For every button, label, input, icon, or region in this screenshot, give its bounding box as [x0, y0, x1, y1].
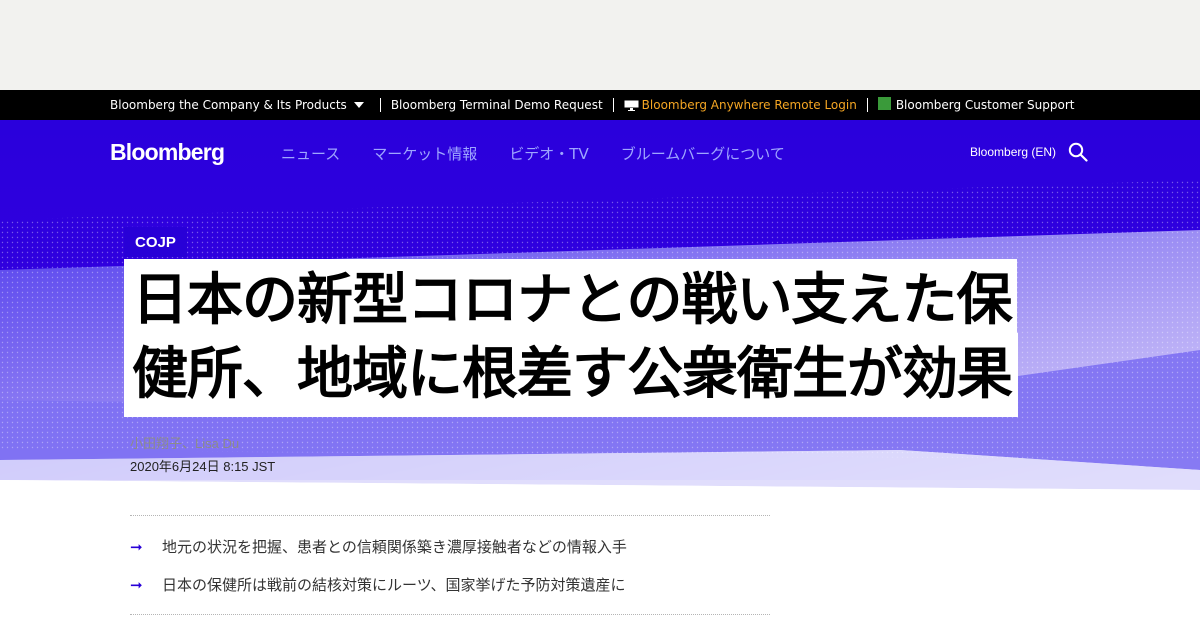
arrow-right-icon: ➞	[130, 538, 143, 556]
corporate-top-bar: Bloomberg the Company & Its Products Blo…	[0, 90, 1200, 120]
search-icon[interactable]	[1068, 142, 1088, 167]
article-kicker[interactable]: COJP	[124, 227, 187, 257]
terminal-demo-link[interactable]: Bloomberg Terminal Demo Request	[391, 98, 603, 112]
nav-item-video-tv[interactable]: ビデオ・TV	[509, 143, 588, 164]
anywhere-login-label: Bloomberg Anywhere Remote Login	[641, 98, 857, 112]
headline-line-1: 日本の新型コロナとの戦い支えた保	[124, 259, 1018, 343]
bloomberg-logo[interactable]: Bloomberg	[110, 139, 225, 166]
nav-item-markets[interactable]: マーケット情報	[372, 143, 477, 164]
company-products-label: Bloomberg the Company & Its Products	[110, 98, 347, 112]
support-icon	[877, 96, 891, 110]
customer-support-link[interactable]: Bloomberg Customer Support	[877, 96, 1075, 112]
headline-line-2: 健所、地域に根差す公衆衛生が効果	[124, 333, 1018, 417]
publish-date: 2020年6月24日 8:15 JST	[130, 459, 276, 474]
byline[interactable]: 小田翔子、Lisa Du	[130, 433, 239, 452]
terminal-demo-label: Bloomberg Terminal Demo Request	[390, 98, 603, 112]
divider	[130, 614, 770, 615]
summary-bullet: ➞ 日本の保健所は戦前の結核対策にルーツ、国家挙げた予防対策遺産に	[130, 574, 626, 595]
nav-item-about[interactable]: ブルームバーグについて	[621, 143, 785, 164]
summary-text: 地元の状況を把握、患者との信頼関係築き濃厚接触者などの情報入手	[162, 538, 627, 556]
main-nav: ニュース マーケット情報 ビデオ・TV ブルームバーグについて	[281, 143, 785, 164]
anywhere-login-link[interactable]: Bloomberg Anywhere Remote Login	[624, 98, 857, 112]
nav-item-news[interactable]: ニュース	[281, 143, 340, 164]
language-switch[interactable]: Bloomberg (EN)	[970, 145, 1056, 159]
caret-down-icon	[353, 102, 364, 108]
arrow-right-icon: ➞	[130, 576, 143, 594]
company-products-dropdown[interactable]: Bloomberg the Company & Its Products	[110, 98, 364, 112]
kicker-label: COJP	[135, 233, 176, 251]
divider	[379, 98, 381, 112]
summary-bullet: ➞ 地元の状況を把握、患者との信頼関係築き濃厚接触者などの情報入手	[130, 536, 627, 557]
ad-banner-area	[0, 0, 1200, 90]
customer-support-label: Bloomberg Customer Support	[895, 98, 1075, 112]
monitor-icon	[624, 100, 639, 111]
summary-text: 日本の保健所は戦前の結核対策にルーツ、国家挙げた予防対策遺産に	[162, 576, 626, 594]
divider	[130, 515, 770, 516]
divider	[612, 98, 614, 112]
divider	[866, 98, 868, 112]
